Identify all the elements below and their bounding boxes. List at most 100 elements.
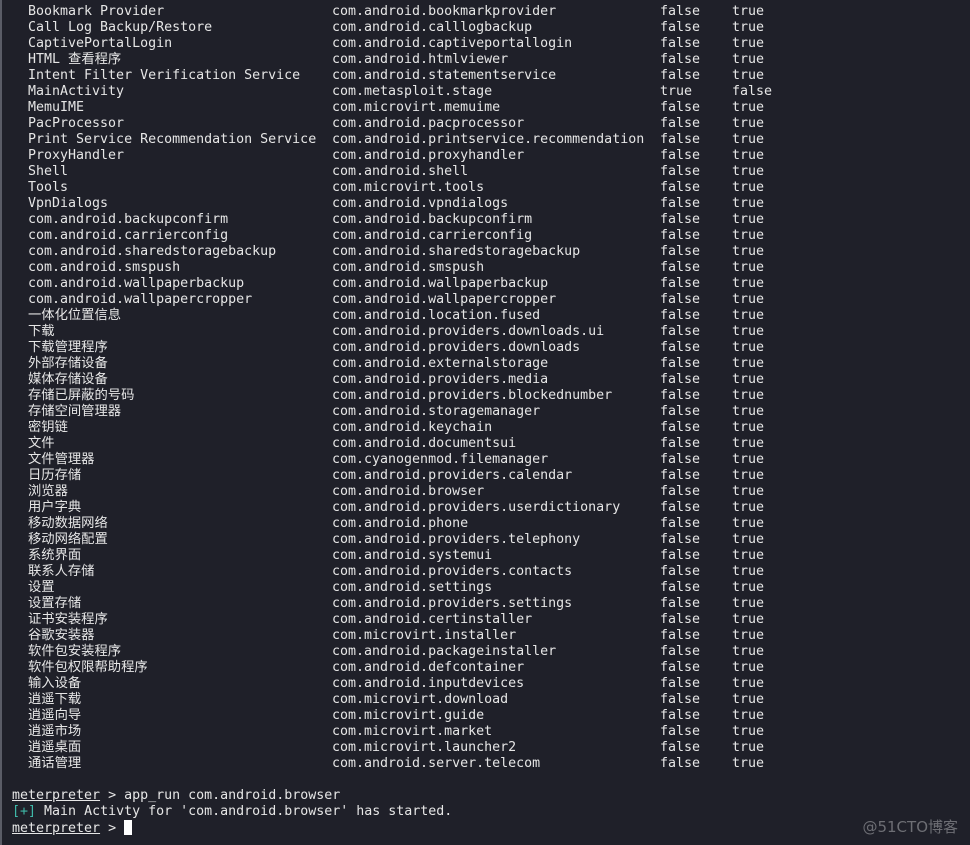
app-name: 密钥链: [28, 420, 68, 435]
app-name: 下载: [28, 324, 55, 339]
running-flag: false: [660, 388, 701, 403]
app-name: com.android.wallpapercropper: [28, 292, 253, 307]
system-flag: true: [732, 132, 765, 147]
table-row: Call Log Backup/Restore com.android.calll…: [0, 20, 970, 36]
package-name: com.android.smspush: [332, 260, 485, 275]
app-name: 逍遥桌面: [28, 740, 82, 755]
package-name: com.android.backupconfirm: [332, 212, 533, 227]
running-flag: false: [660, 148, 701, 163]
system-flag: true: [732, 660, 765, 675]
running-flag: false: [660, 244, 701, 259]
running-flag: false: [660, 628, 701, 643]
system-flag: true: [732, 708, 765, 723]
running-flag: false: [660, 532, 701, 547]
table-row: 软件包权限帮助程序 com.android.defcontainer false tr…: [0, 660, 970, 676]
system-flag: true: [732, 276, 765, 291]
app-name: 文件: [28, 436, 55, 451]
system-flag: true: [732, 36, 765, 51]
system-flag: true: [732, 388, 765, 403]
status-text: Main Activty for 'com.android.browser' h…: [36, 804, 453, 819]
app-name: 系统界面: [28, 548, 82, 563]
app-name: 设置存储: [28, 596, 82, 611]
table-row: 通话管理 com.android.server.telecom false true: [0, 756, 970, 772]
package-name: com.android.settings: [332, 580, 493, 595]
system-flag: true: [732, 100, 765, 115]
table-row: 存储已屏蔽的号码 com.android.providers.blockednum…: [0, 388, 970, 404]
app-name: 软件包安装程序: [28, 644, 122, 659]
table-row: 存储空间管理器 com.android.storagemanager false tr…: [0, 404, 970, 420]
running-flag: false: [660, 196, 701, 211]
table-row: 一体化位置信息 com.android.location.fused false tr…: [0, 308, 970, 324]
table-row: 谷歌安装器 com.microvirt.installer false true: [0, 628, 970, 644]
app-name: com.android.wallpaperbackup: [28, 276, 245, 291]
package-name: com.android.providers.downloads: [332, 340, 581, 355]
system-flag: true: [732, 484, 765, 499]
running-flag: false: [660, 756, 701, 771]
running-flag: false: [660, 180, 701, 195]
running-flag: false: [660, 164, 701, 179]
system-flag: true: [732, 212, 765, 227]
app-name: Call Log Backup/Restore: [28, 20, 213, 35]
system-flag: true: [732, 740, 765, 755]
table-row: 外部存储设备 com.android.externalstorage false tr…: [0, 356, 970, 372]
table-row: com.android.carrierconfig com.android.car…: [0, 228, 970, 244]
running-flag: false: [660, 420, 701, 435]
app-name: 文件管理器: [28, 452, 95, 467]
running-flag: false: [660, 228, 701, 243]
prompt-separator: >: [100, 788, 125, 803]
system-flag: true: [732, 436, 765, 451]
table-row: Intent Filter Verification Service com.an…: [0, 68, 970, 84]
table-row: 系统界面 com.android.systemui false true: [0, 548, 970, 564]
table-row: 文件管理器 com.cyanogenmod.filemanager false tru…: [0, 452, 970, 468]
running-flag: false: [660, 276, 701, 291]
package-name: com.android.bookmarkprovider: [332, 4, 557, 19]
app-name: Tools: [28, 180, 69, 195]
system-flag: true: [732, 532, 765, 547]
app-name: Intent Filter Verification Service: [28, 68, 301, 83]
app-name: Bookmark Provider: [28, 4, 165, 19]
package-name: com.microvirt.market: [332, 724, 493, 739]
system-flag: true: [732, 196, 765, 211]
prompt: meterpreter: [12, 788, 101, 803]
table-row: 逍遥桌面 com.microvirt.launcher2 false true: [0, 740, 970, 756]
system-flag: true: [732, 324, 765, 339]
table-row: HTML 查看程序 com.android.htmlviewer false true: [0, 52, 970, 68]
table-row: Bookmark Provider com.android.bookmarkpro…: [0, 4, 970, 20]
app-name: com.android.sharedstoragebackup: [28, 244, 277, 259]
system-flag: true: [732, 676, 765, 691]
app-name: Shell: [28, 164, 69, 179]
package-name: com.android.vpndialogs: [332, 196, 509, 211]
app-name: PacProcessor: [28, 116, 125, 131]
cursor[interactable]: [124, 820, 133, 835]
table-row: 浏览器 com.android.browser false true: [0, 484, 970, 500]
system-flag: true: [732, 724, 765, 739]
app-name: com.android.carrierconfig: [28, 228, 229, 243]
package-name: com.android.defcontainer: [332, 660, 525, 675]
running-flag: false: [660, 52, 701, 67]
package-name: com.android.providers.media: [332, 372, 549, 387]
package-name: com.android.browser: [332, 484, 485, 499]
running-flag: false: [660, 308, 701, 323]
package-name: com.android.calllogbackup: [332, 20, 533, 35]
table-row: 文件 com.android.documentsui false true: [0, 436, 970, 452]
system-flag: true: [732, 500, 765, 515]
running-flag: false: [660, 612, 701, 627]
app-name: 下载管理程序: [28, 340, 108, 355]
system-flag: true: [732, 372, 765, 387]
app-name: 证书安装程序: [28, 612, 108, 627]
system-flag: true: [732, 164, 765, 179]
package-name: com.cyanogenmod.filemanager: [332, 452, 549, 467]
running-flag: false: [660, 740, 701, 755]
system-flag: true: [732, 244, 765, 259]
package-name: com.android.providers.settings: [332, 596, 573, 611]
running-flag: true: [660, 84, 693, 99]
system-flag: true: [732, 756, 765, 771]
running-flag: false: [660, 660, 701, 675]
running-flag: false: [660, 516, 701, 531]
system-flag: true: [732, 292, 765, 307]
table-row: 下载管理程序 com.android.providers.downloads fal…: [0, 340, 970, 356]
table-row: PacProcessor com.android.pacprocessor fals…: [0, 116, 970, 132]
system-flag: true: [732, 340, 765, 355]
package-name: com.android.certinstaller: [332, 612, 533, 627]
input-line[interactable]: meterpreter >: [12, 820, 133, 836]
